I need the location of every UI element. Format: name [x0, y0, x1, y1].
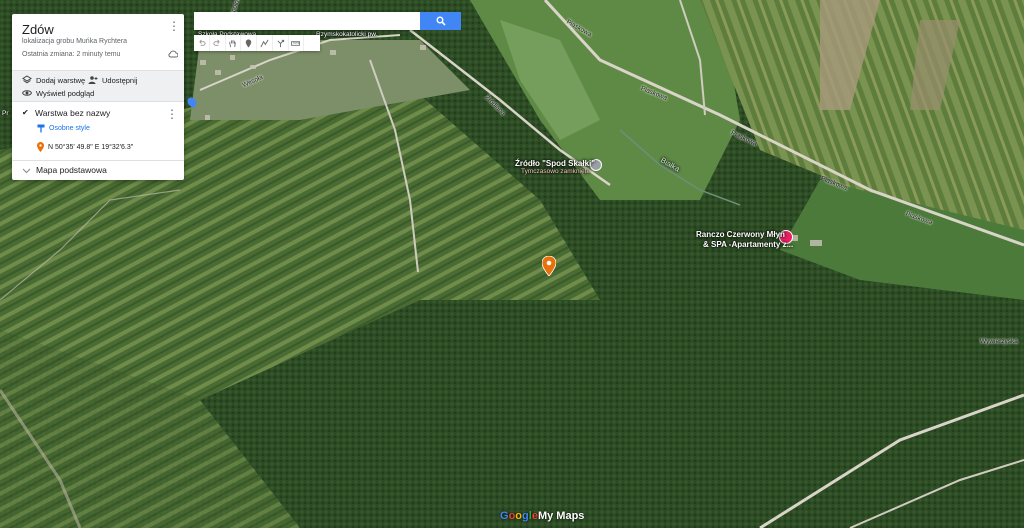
paint-roller-icon [37, 124, 45, 133]
directions-button[interactable] [273, 35, 289, 51]
basemap-expand-icon[interactable] [22, 167, 31, 174]
draw-line-icon [260, 39, 269, 47]
panel-divider [12, 160, 184, 161]
undo-icon [199, 39, 206, 46]
layer-options-icon[interactable]: ⋮ [166, 108, 178, 120]
marker-list-item[interactable]: N 50°35' 49.8" E 19°32'6.3" [37, 142, 133, 152]
pan-button[interactable] [226, 35, 242, 51]
measure-button[interactable] [289, 35, 305, 51]
ruler-icon [291, 40, 301, 46]
eye-icon [22, 90, 32, 96]
add-layer-label: Dodaj warstwę [36, 75, 86, 85]
drawing-toolbar [194, 35, 320, 51]
location-marker-icon[interactable] [542, 256, 556, 276]
poi-ranch-subtitle: & SPA -Apartamenty z... [703, 240, 794, 249]
add-person-icon [88, 76, 98, 84]
draw-line-button[interactable] [257, 35, 273, 51]
search-button[interactable] [420, 12, 461, 30]
poi-spring-status: Tymczasowo zamknięte [521, 168, 590, 175]
layers-icon [22, 75, 32, 84]
basemap-label: Mapa podstawowa [36, 165, 107, 175]
poi-spring-title[interactable]: Źródło "Spod Skałki" [515, 159, 595, 168]
edge-label: Pr [2, 110, 9, 117]
map-title[interactable]: Zdów [22, 22, 54, 37]
layer-row[interactable]: ✔ Warstwa bez nazwy [22, 108, 110, 118]
preview-button[interactable]: Wyświetl podgląd [22, 88, 94, 98]
marker-add-icon [245, 38, 252, 48]
undo-button[interactable] [194, 35, 210, 51]
layer-style-label: Osobne style [49, 125, 90, 132]
marker-icon [37, 142, 44, 152]
search-icon [436, 16, 446, 26]
basemap-row[interactable]: Mapa podstawowa [22, 165, 107, 175]
hand-icon [229, 39, 236, 47]
road-label-wywierzyska: Wywierzyska [980, 338, 1018, 345]
more-options-icon[interactable]: ⋮ [168, 20, 180, 34]
layer-name[interactable]: Warstwa bez nazwy [35, 108, 110, 118]
search-input[interactable] [194, 12, 420, 30]
redo-button[interactable] [210, 35, 226, 51]
last-change-text: Ostatnia zmiana: 2 minuty temu [22, 51, 121, 58]
map-info-panel: Zdów lokalizacja grobu Muńka Rychtera Os… [12, 14, 184, 180]
marker-coordinates: N 50°35' 49.8" E 19°32'6.3" [48, 143, 134, 151]
poi-ranch-title[interactable]: Ranczo Czerwony Młyn [696, 230, 785, 239]
cloud-saved-icon [168, 50, 178, 58]
church-label: Rzymskokatolicki pw. [316, 31, 378, 38]
layer-style-link[interactable]: Osobne style [37, 124, 90, 133]
share-button[interactable]: Udostępnij [88, 75, 137, 85]
panel-actions: Dodaj warstwę Udostępnij Wyświetl podglą… [12, 70, 184, 102]
preview-label: Wyświetl podgląd [36, 88, 95, 98]
route-icon [277, 39, 284, 47]
redo-icon [213, 39, 220, 46]
add-layer-button[interactable]: Dodaj warstwę [22, 75, 85, 85]
add-marker-button[interactable] [241, 35, 257, 51]
google-my-maps-logo: GoogleMy Maps [500, 510, 585, 522]
layer-checkbox-icon[interactable]: ✔ [22, 109, 30, 117]
share-label: Udostępnij [102, 75, 138, 85]
map-description[interactable]: lokalizacja grobu Muńka Rychtera [22, 38, 127, 45]
